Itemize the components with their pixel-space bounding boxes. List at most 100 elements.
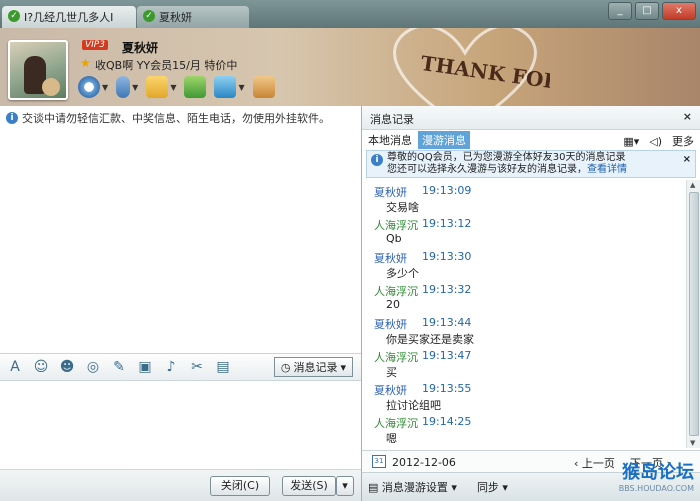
font-icon[interactable]: A xyxy=(6,359,24,375)
history-title-bar: 消息记录 × xyxy=(362,106,700,130)
message-item: 人海浮沉 19:14:25 嗯 xyxy=(374,411,686,445)
close-button[interactable]: 关闭(C) xyxy=(210,476,270,496)
music-icon[interactable]: ♪ xyxy=(162,359,180,375)
remote-desktop-icon[interactable] xyxy=(214,76,237,98)
close-window-button[interactable]: x xyxy=(662,2,696,20)
watermark: 猴岛论坛 BBS.HOUDAO.COM xyxy=(618,462,694,494)
scroll-thumb[interactable] xyxy=(689,192,699,436)
chevron-down-icon[interactable]: ▼ xyxy=(132,83,138,92)
emoji-icon[interactable]: ☺ xyxy=(32,359,50,375)
tab-current-chat[interactable]: ✓ 夏秋妍 xyxy=(137,6,249,28)
chevron-down-icon[interactable]: ▼ xyxy=(170,83,176,92)
history-label: 消息记录 xyxy=(293,361,338,374)
message-sender[interactable]: 人海浮沉 xyxy=(374,283,418,299)
send-bar: 关闭(C) 发送(S) ▾ xyxy=(0,469,361,501)
chat-panel: i 交谈中请勿轻信汇款、中奖信息、陌生电话，勿使用外挂软件。 A ☺ ☻ ◎ ✎… xyxy=(0,106,362,501)
magic-face-icon[interactable]: ☻ xyxy=(58,359,76,375)
message-sender[interactable]: 夏秋妍 xyxy=(374,316,407,332)
chevron-down-icon[interactable]: ▼ xyxy=(102,83,108,92)
tab-roaming-messages[interactable]: 漫游消息 xyxy=(418,131,470,149)
message-time: 19:13:30 xyxy=(422,250,472,263)
message-item: 人海浮沉 19:13:47 买 xyxy=(374,345,686,379)
vip-roaming-banner: i 尊敬的QQ会员，已为您漫游全体好友30天的消息记录 您还可以选择永久漫游与该… xyxy=(366,150,696,178)
header-toolbar: ▼ ▼ ▼ ▼ xyxy=(78,76,275,98)
thank-text: THANK FOR! xyxy=(419,51,550,95)
title-tab-bar: ✓ I?几经几世几多人I ✓ 夏秋妍 _ □ x xyxy=(0,0,700,28)
vip-badge: VIP3 xyxy=(82,40,108,50)
chat-header: THANK FOR! VIP3 夏秋妍 ★ 收QB啊 YY会员15/月 特价中 … xyxy=(0,28,700,106)
send-options-button[interactable]: ▾ xyxy=(336,476,354,496)
message-time: 19:14:25 xyxy=(422,415,472,428)
more-apps-icon[interactable] xyxy=(252,76,275,98)
window-controls: _ □ x xyxy=(608,2,696,20)
format-toolbar: A ☺ ☻ ◎ ✎ ▣ ♪ ✂ ▤ ◷ 消息记录 ▾ xyxy=(0,353,361,381)
calendar-icon[interactable]: 31 xyxy=(372,455,386,468)
tick-icon: ✓ xyxy=(8,10,20,22)
tab-label: 夏秋妍 xyxy=(159,11,192,24)
banner-line1: 尊敬的QQ会员，已为您漫游全体好友30天的消息记录 xyxy=(387,152,626,163)
message-sender[interactable]: 夏秋妍 xyxy=(374,250,407,266)
scroll-up-icon[interactable]: ▲ xyxy=(690,181,695,189)
voice-call-icon[interactable] xyxy=(116,76,131,98)
view-details-link[interactable]: 查看详情 xyxy=(587,164,627,175)
apps-icon[interactable] xyxy=(184,76,207,98)
history-button[interactable]: ◷ 消息记录 ▾ xyxy=(273,357,353,377)
chevron-down-icon[interactable]: ▼ xyxy=(238,83,244,92)
maximize-button[interactable]: □ xyxy=(635,2,659,20)
message-item: 夏秋妍 19:13:55 拉讨论组吧 xyxy=(374,378,686,412)
tab-local-messages[interactable]: 本地消息 xyxy=(368,132,412,148)
image-icon[interactable]: ▣ xyxy=(136,359,154,375)
message-sender[interactable]: 人海浮沉 xyxy=(374,217,418,233)
message-time: 19:13:32 xyxy=(422,283,472,296)
sync-button[interactable]: 同步 ▾ xyxy=(477,479,508,495)
video-call-icon[interactable] xyxy=(78,76,100,98)
history-panel: 消息记录 × 本地消息 漫游消息 ▦▾ ◁) 更多 i 尊敬的QQ会员，已为您漫… xyxy=(362,106,700,501)
history-date[interactable]: 2012-12-06 xyxy=(392,456,456,469)
message-sender[interactable]: 人海浮沉 xyxy=(374,415,418,431)
history-tabs: 本地消息 漫游消息 ▦▾ ◁) 更多 xyxy=(362,130,700,150)
avatar[interactable] xyxy=(8,40,68,100)
message-manager-icon[interactable]: ▦▾ xyxy=(623,135,639,148)
message-text: 嗯 xyxy=(386,432,397,445)
speaker-icon[interactable]: ◁) xyxy=(649,135,662,148)
tab-label: I?几经几世几多人I xyxy=(24,11,114,24)
clock-icon: ◷ xyxy=(280,360,291,374)
info-icon: i xyxy=(371,154,383,166)
close-icon[interactable]: × xyxy=(683,154,691,166)
message-text: Qb xyxy=(386,232,402,245)
chevron-down-icon: ▾ xyxy=(340,360,346,374)
star-icon: ★ xyxy=(80,56,91,70)
roam-settings-button[interactable]: ▤ 消息漫游设置 ▾ xyxy=(368,479,457,495)
message-list: 夏秋妍 19:13:09 交易啥 人海浮沉 19:13:12 Qb 夏秋妍 19:13:30 多… xyxy=(362,180,686,448)
calendar-icon[interactable]: ▤ xyxy=(214,359,232,375)
scroll-down-icon[interactable]: ▼ xyxy=(690,439,695,447)
doodle-icon[interactable]: ✎ xyxy=(110,359,128,375)
message-sender[interactable]: 夏秋妍 xyxy=(374,184,407,200)
message-text: 20 xyxy=(386,298,400,311)
message-sender[interactable]: 人海浮沉 xyxy=(374,349,418,365)
message-input[interactable] xyxy=(0,381,361,469)
prev-page-link[interactable]: ‹ 上一页 xyxy=(574,455,615,471)
history-more: ▦▾ ◁) 更多 xyxy=(623,133,694,149)
send-file-icon[interactable] xyxy=(146,76,169,98)
safety-notice: i 交谈中请勿轻信汇款、中奖信息、陌生电话，勿使用外挂软件。 xyxy=(6,110,330,126)
message-item: 夏秋妍 19:13:09 交易啥 xyxy=(374,180,686,214)
history-title: 消息记录 xyxy=(370,113,414,126)
tick-icon: ✓ xyxy=(143,10,155,22)
message-time: 19:13:47 xyxy=(422,349,472,362)
minimize-button[interactable]: _ xyxy=(608,2,632,20)
message-item: 夏秋妍 19:13:44 你是买家还是卖家 xyxy=(374,312,686,346)
message-sender[interactable]: 夏秋妍 xyxy=(374,382,407,398)
close-icon[interactable]: × xyxy=(683,110,692,123)
banner-line2: 您还可以选择永久漫游与该好友的消息记录， xyxy=(387,164,587,175)
more-link[interactable]: 更多 xyxy=(672,133,694,149)
shake-icon[interactable]: ◎ xyxy=(84,359,102,375)
message-time: 19:13:09 xyxy=(422,184,472,197)
tab-group-chat[interactable]: ✓ I?几经几世几多人I xyxy=(2,6,136,28)
message-item: 夏秋妍 19:13:30 多少个 xyxy=(374,246,686,280)
history-scrollbar[interactable]: ▲ ▼ xyxy=(686,180,700,448)
send-button[interactable]: 发送(S) xyxy=(282,476,336,496)
screenshot-icon[interactable]: ✂ xyxy=(188,359,206,375)
message-time: 19:13:44 xyxy=(422,316,472,329)
contact-name[interactable]: 夏秋妍 xyxy=(122,39,158,56)
